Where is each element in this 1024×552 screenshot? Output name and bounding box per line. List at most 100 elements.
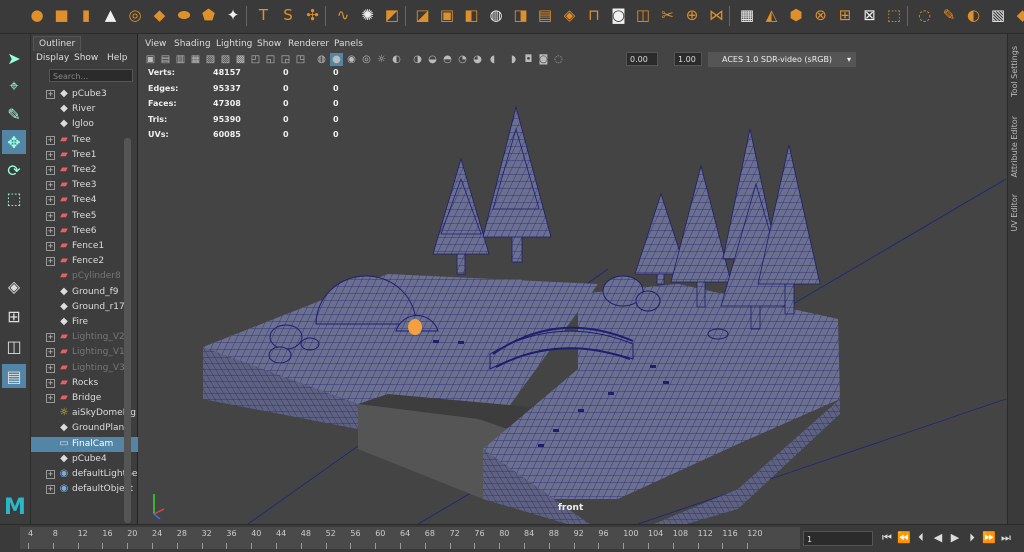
xray-joints-icon[interactable]: ◖ xyxy=(486,53,499,66)
outliner-item[interactable]: ◆Fire xyxy=(31,315,155,330)
outliner-layout-icon[interactable]: ▤ xyxy=(2,364,26,388)
mirror-icon[interactable]: ◨ xyxy=(510,4,532,26)
outliner-item[interactable]: ◆Ground_r17 xyxy=(31,300,155,315)
expand-icon[interactable]: + xyxy=(46,166,55,175)
outliner-item[interactable]: ☼aiSkyDomeLig xyxy=(31,406,155,421)
time-ruler[interactable]: 4812162024283236404448525660646872768084… xyxy=(20,527,800,549)
text-icon[interactable]: T xyxy=(253,4,275,26)
fill-hole-icon[interactable]: ◙ xyxy=(608,4,630,26)
smooth-icon[interactable]: ◍ xyxy=(485,4,507,26)
outliner-item[interactable]: +◉defaultLightSe xyxy=(31,467,155,482)
merge-icon[interactable]: ⊞ xyxy=(834,4,856,26)
image-plane-icon[interactable]: ▦ xyxy=(189,53,202,66)
expand-icon[interactable]: + xyxy=(46,394,55,403)
outliner-item[interactable]: +▰Bridge xyxy=(31,391,155,406)
outliner-item[interactable]: +▰Rocks xyxy=(31,376,155,391)
camera-select-icon[interactable]: ▣ xyxy=(144,53,157,66)
outliner-item[interactable]: ◆GroundPlane xyxy=(31,421,155,436)
exposure-field[interactable]: 0.00 xyxy=(626,52,658,66)
expand-icon[interactable]: + xyxy=(46,364,55,373)
torus-icon[interactable]: ◎ xyxy=(124,4,146,26)
disc-icon[interactable]: ⬬ xyxy=(173,4,195,26)
ambient-occlusion-icon[interactable]: ◑ xyxy=(411,53,424,66)
expand-icon[interactable]: + xyxy=(46,348,55,357)
expand-icon[interactable]: + xyxy=(46,212,55,221)
expand-icon[interactable]: + xyxy=(46,90,55,99)
lasso-tool-icon[interactable]: ⌖ xyxy=(2,74,26,98)
camera-attr-icon[interactable]: ▤ xyxy=(159,53,172,66)
svg-icon[interactable]: S xyxy=(277,4,299,26)
append-icon[interactable]: ◫ xyxy=(632,4,654,26)
outliner-item[interactable]: ▭FinalCam xyxy=(31,437,155,452)
go-to-end-icon[interactable]: ⏭ xyxy=(999,530,1013,546)
step-forward-key-icon[interactable]: ⏩ xyxy=(982,530,996,546)
plane-icon[interactable]: ◆ xyxy=(149,4,171,26)
uv-icon[interactable]: ▧ xyxy=(987,4,1009,26)
viewport-menu-panels[interactable]: Panels xyxy=(334,39,363,49)
paint-icon[interactable]: ✎ xyxy=(938,4,960,26)
expand-icon[interactable]: + xyxy=(46,196,55,205)
smooth-shade-icon[interactable]: ● xyxy=(330,53,343,66)
safe-action-icon[interactable]: ◲ xyxy=(279,53,292,66)
expand-icon[interactable]: + xyxy=(46,227,55,236)
extract-icon[interactable]: ▣ xyxy=(436,4,458,26)
layout-four-icon[interactable]: ⊞ xyxy=(2,304,26,328)
soft-select-icon[interactable]: ◐ xyxy=(963,4,985,26)
outliner-item[interactable]: +◆pCube3 xyxy=(31,87,155,102)
outliner-item[interactable]: +▰Lighting_V1 xyxy=(31,345,155,360)
combine-icon[interactable]: ◩ xyxy=(381,4,403,26)
outliner-item[interactable]: ◆Ground_f9 xyxy=(31,285,155,300)
wireframe-icon[interactable]: ◍ xyxy=(315,53,328,66)
outliner-tab[interactable]: Outliner xyxy=(33,36,81,51)
separate-icon[interactable]: ◪ xyxy=(412,4,434,26)
layout-single-icon[interactable]: ◈ xyxy=(2,274,26,298)
play-backward-icon[interactable]: ◀ xyxy=(931,530,945,546)
layout-split-icon[interactable]: ◫ xyxy=(2,334,26,358)
field-chart-icon[interactable]: ◱ xyxy=(264,53,277,66)
cylinder-icon[interactable]: ▮ xyxy=(75,4,97,26)
expand-icon[interactable]: + xyxy=(46,379,55,388)
outliner-item[interactable]: +▰Fence2 xyxy=(31,254,155,269)
outliner-item[interactable]: +▰Tree1 xyxy=(31,148,155,163)
safe-title-icon[interactable]: ◳ xyxy=(294,53,307,66)
gamma-field[interactable]: 1.00 xyxy=(674,52,702,66)
expand-icon[interactable]: + xyxy=(46,333,55,342)
outliner-item[interactable]: ▰pCylinder8 xyxy=(31,269,155,284)
paint-select-icon[interactable]: ✎ xyxy=(2,102,26,126)
viewport-menu-show[interactable]: Show xyxy=(257,39,281,49)
tab-tool-settings[interactable]: Tool Settings xyxy=(1010,46,1023,97)
outliner-item[interactable]: +▰Tree2 xyxy=(31,163,155,178)
outliner-item[interactable]: +▰Lighting_V2 xyxy=(31,330,155,345)
outliner-item[interactable]: +▰Tree4 xyxy=(31,193,155,208)
shadows-icon[interactable]: ◐ xyxy=(390,53,403,66)
film-gate-icon[interactable]: ▨ xyxy=(219,53,232,66)
resolution-gate-icon[interactable]: ▩ xyxy=(234,53,247,66)
viewport-menu-view[interactable]: View xyxy=(145,39,166,49)
tab-attribute-editor[interactable]: Attribute Editor xyxy=(1010,116,1023,178)
outliner-item[interactable]: +▰Tree3 xyxy=(31,178,155,193)
scale-tool-icon[interactable]: ⬚ xyxy=(2,186,26,210)
viewport-menu-shading[interactable]: Shading xyxy=(174,39,211,49)
quad-draw-icon[interactable]: ▦ xyxy=(736,4,758,26)
cone-icon[interactable]: ▲ xyxy=(100,4,122,26)
step-back-icon[interactable]: ⏪ xyxy=(897,530,911,546)
outliner-menu-show[interactable]: Show xyxy=(74,53,98,63)
particle-icon[interactable]: ✺ xyxy=(357,4,379,26)
gamma-icon[interactable]: ◌ xyxy=(552,53,565,66)
grid-icon[interactable]: ▧ xyxy=(204,53,217,66)
gate-mask-icon[interactable]: ◰ xyxy=(249,53,262,66)
viewport-panel[interactable]: View Shading Lighting Show Renderer Pane… xyxy=(138,34,1006,524)
expand-icon[interactable]: + xyxy=(46,470,55,479)
chamfer-icon[interactable]: ⬢ xyxy=(785,4,807,26)
motion-blur-icon[interactable]: ◒ xyxy=(426,53,439,66)
outliner-item[interactable]: ◆Igloo xyxy=(31,117,155,132)
anti-alias-icon[interactable]: ◓ xyxy=(441,53,454,66)
select-arrow-icon[interactable]: ➤ xyxy=(2,46,26,70)
tab-uv-editor[interactable]: UV Editor xyxy=(1010,194,1023,232)
expand-icon[interactable]: + xyxy=(46,242,55,251)
outliner-search-input[interactable]: Search... xyxy=(49,69,133,82)
bookmark-icon[interactable]: ◆ xyxy=(1012,4,1024,26)
delete-edge-icon[interactable]: ⊠ xyxy=(859,4,881,26)
outliner-item[interactable]: +▰Lighting_V3 xyxy=(31,361,155,376)
move-tool-icon[interactable]: ✥ xyxy=(2,130,26,154)
